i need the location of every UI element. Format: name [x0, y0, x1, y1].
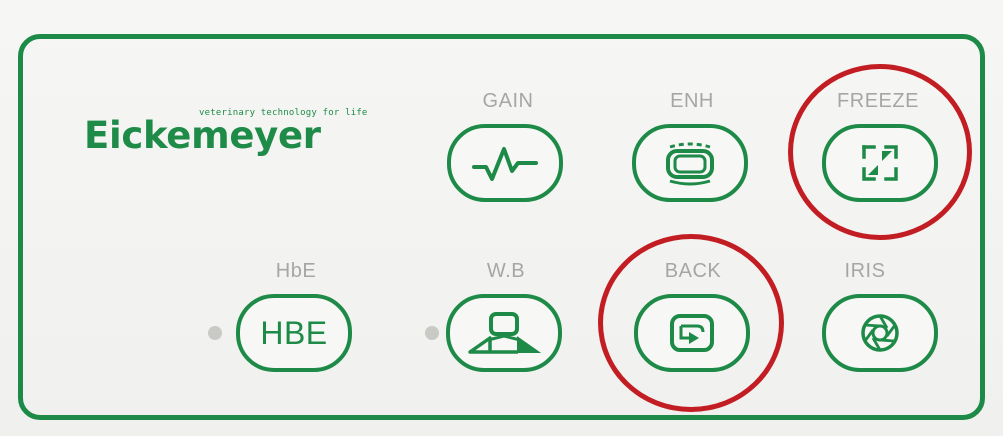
hbe-label: HbE — [275, 260, 317, 282]
wb-label: W.B — [486, 260, 526, 282]
freeze-label: FREEZE — [837, 90, 919, 112]
white-balance-icon — [468, 312, 542, 354]
control-panel: veterinary technology for life Eickemeye… — [0, 0, 1003, 436]
enh-button[interactable] — [632, 124, 748, 202]
wb-button[interactable] — [446, 294, 562, 372]
brand-name: Eickemeyer — [84, 114, 321, 157]
back-label: BACK — [664, 260, 722, 282]
iris-button[interactable] — [822, 294, 938, 372]
hbe-button-text: HBE — [260, 314, 328, 351]
iris-label: IRIS — [844, 260, 886, 282]
gain-button[interactable] — [447, 124, 563, 202]
enh-label: ENH — [670, 90, 714, 112]
waveform-icon — [472, 147, 538, 181]
freeze-button[interactable] — [822, 124, 938, 202]
aperture-icon — [861, 314, 899, 352]
enhance-screen-icon — [666, 142, 714, 186]
gain-label: GAIN — [482, 90, 534, 112]
hbe-button[interactable]: HBE — [236, 294, 352, 372]
wb-indicator-led — [425, 326, 439, 340]
freeze-arrows-icon — [862, 145, 898, 181]
back-button[interactable] — [634, 294, 750, 372]
hbe-indicator-led — [208, 326, 222, 340]
back-arrow-icon — [670, 314, 714, 352]
